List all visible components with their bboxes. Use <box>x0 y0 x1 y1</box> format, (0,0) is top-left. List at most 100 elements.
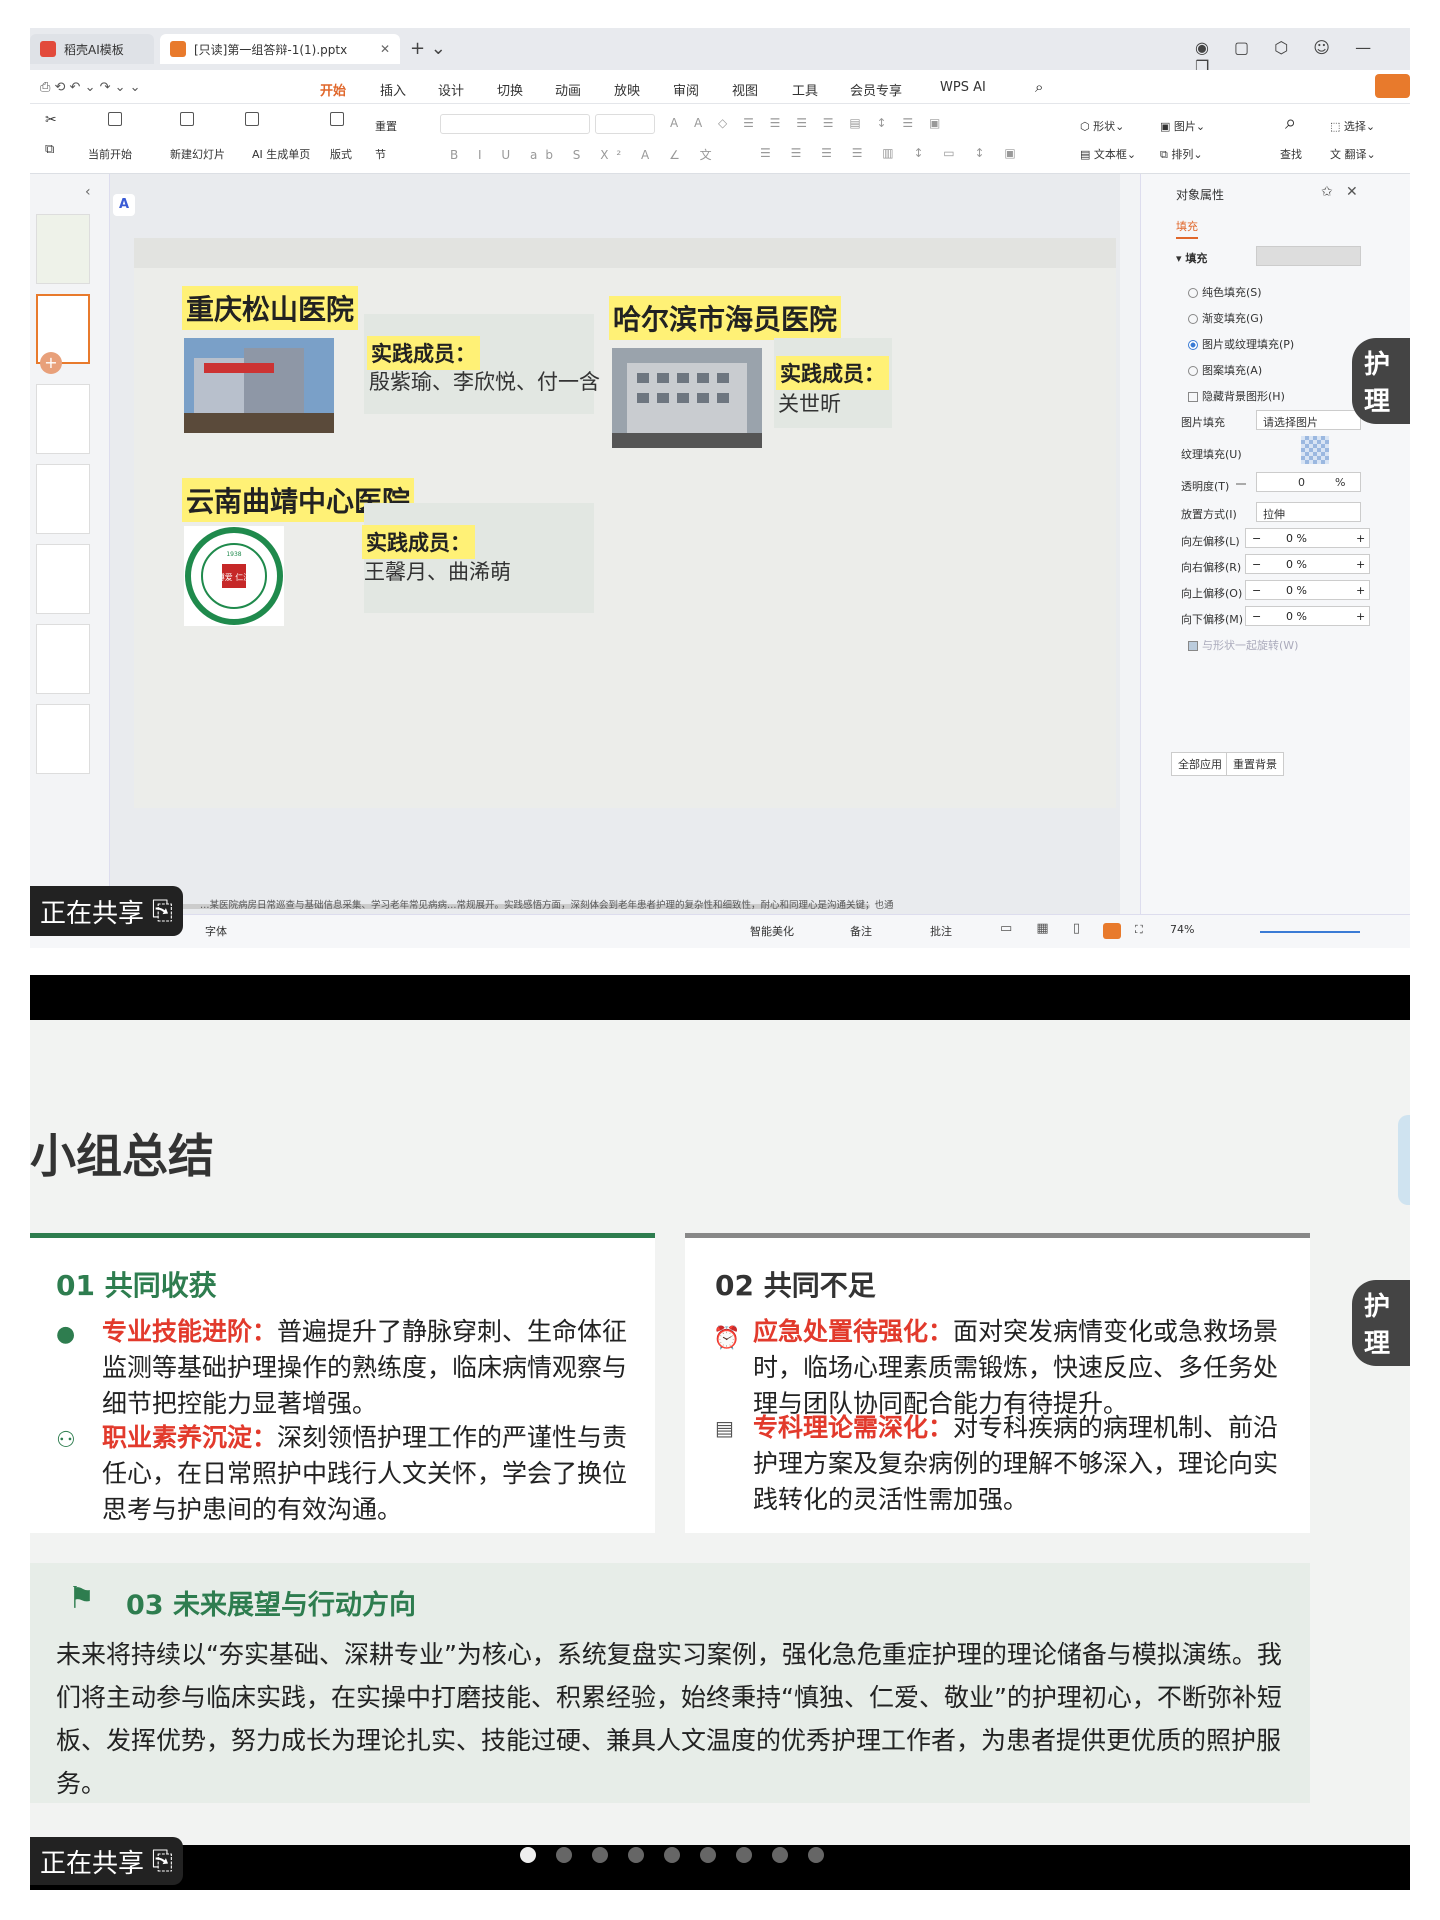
tab-pptx-file[interactable]: [只读]第一组答辩-1(1).pptx ✕ <box>160 34 400 64</box>
fill-color-select[interactable] <box>1256 246 1361 266</box>
fill-section[interactable]: ▾ 填充 <box>1176 250 1207 266</box>
play-icon[interactable] <box>108 112 124 126</box>
page-dot[interactable] <box>628 1847 644 1863</box>
shape-button[interactable]: ⬡ 形状⌄ <box>1080 118 1124 134</box>
find-icon[interactable]: ⌕ <box>1285 110 1296 134</box>
rotate-with-shape-checkbox[interactable]: 与形状一起旋转(W) <box>1188 637 1298 653</box>
share-button[interactable] <box>1375 74 1410 98</box>
menu-tools[interactable]: 工具 <box>792 80 818 99</box>
tab-docer-template[interactable]: 稻壳AI模板 <box>30 34 154 64</box>
translate-button[interactable]: 文 翻译⌄ <box>1330 146 1376 162</box>
new-slide-icon[interactable] <box>180 112 196 126</box>
offset-right-stepper[interactable]: −0 % + <box>1245 554 1370 574</box>
texture-swatch[interactable] <box>1301 436 1329 464</box>
menu-slideshow[interactable]: 放映 <box>614 80 640 99</box>
menu-design[interactable]: 设计 <box>438 80 464 99</box>
text-format-icons[interactable]: B I U ab S X² A ∠ 文 <box>450 146 720 163</box>
search-icon[interactable]: ⌕ <box>1035 78 1043 96</box>
slide[interactable]: 重庆松山医院 实践成员： 殷紫瑜、李欣悦、付一含 哈尔滨市海员医院 实践成员： … <box>134 238 1116 808</box>
apply-all-button[interactable]: 全部应用 <box>1171 752 1229 776</box>
align-icons[interactable]: ☰ ☰ ☰ ☰ ▥ ↕ ▭ ↕ ▣ <box>760 146 1024 160</box>
section-button[interactable]: 节 <box>375 146 386 162</box>
slide-header-band <box>134 238 1116 268</box>
smart-beautify-button[interactable]: 智能美化 <box>750 923 794 939</box>
side-floating-pill[interactable]: 护理 <box>1352 338 1410 424</box>
option-gradient-fill[interactable]: 渐变填充(G) <box>1188 310 1263 326</box>
page-dot[interactable] <box>736 1847 752 1863</box>
new-slide-button[interactable]: 新建幻灯片 <box>170 146 225 162</box>
copy-icon[interactable]: ⧉ <box>45 142 54 157</box>
quick-access-icons[interactable]: ⎙ ⟲ ↶ ⌄ ↷ ⌄ ⌄ <box>40 80 141 95</box>
collapse-icon[interactable]: ‹ <box>85 184 91 200</box>
page-dot[interactable] <box>520 1847 536 1863</box>
status-bar: 字体 智能美化 备注 批注 ▭ ▦ ▯ ⛶ 74% <box>30 914 1410 948</box>
menu-member[interactable]: 会员专享 <box>850 80 902 99</box>
thumbnail-slide[interactable] <box>36 464 90 534</box>
page-dot[interactable] <box>808 1847 824 1863</box>
textbox-button[interactable]: ▤ 文本框⌄ <box>1080 146 1136 162</box>
new-tab-icon[interactable]: + ⌄ <box>410 38 446 59</box>
menu-insert[interactable]: 插入 <box>380 80 406 99</box>
comment-button[interactable]: 批注 <box>930 923 952 939</box>
page-dot[interactable] <box>772 1847 788 1863</box>
option-picture-fill[interactable]: 图片或纹理填充(P) <box>1188 336 1294 352</box>
page-dot[interactable] <box>700 1847 716 1863</box>
notes-button[interactable]: 备注 <box>850 923 872 939</box>
menu-animation[interactable]: 动画 <box>555 80 581 99</box>
hide-background-checkbox[interactable]: 隐藏背景图形(H) <box>1188 388 1285 404</box>
menu-transition[interactable]: 切换 <box>497 80 523 99</box>
page-dot[interactable] <box>556 1847 572 1863</box>
ai-page-button[interactable]: AI 生成单页 <box>252 146 310 162</box>
offset-left-stepper[interactable]: −0 % + <box>1245 528 1370 548</box>
wps-ai-icon[interactable]: A <box>113 194 135 216</box>
reset-button[interactable]: 重置 <box>375 118 397 134</box>
offset-bottom-stepper[interactable]: −0 % + <box>1245 606 1370 626</box>
texture-fill-label: 纹理填充(U) <box>1181 448 1242 461</box>
arrange-button[interactable]: ⧉ 排列⌄ <box>1160 146 1203 162</box>
option-pattern-fill[interactable]: 图案填充(A) <box>1188 362 1262 378</box>
screen-share-badge[interactable]: 正在共享 ⎘ <box>30 1837 183 1885</box>
pin-icon[interactable]: ✩ <box>1321 184 1333 200</box>
picture-fill-label: 图片填充 <box>1181 416 1225 429</box>
layout-button[interactable]: 版式 <box>330 146 352 162</box>
thumbnail-slide[interactable] <box>36 384 90 454</box>
picture-button[interactable]: ▣ 图片⌄ <box>1160 118 1205 134</box>
fit-icon[interactable]: ⛶ <box>1135 923 1143 937</box>
thumbnail-slide[interactable] <box>36 544 90 614</box>
ai-page-icon[interactable] <box>245 112 261 126</box>
cut-icon[interactable]: ✂ <box>45 112 57 128</box>
page-dot[interactable] <box>592 1847 608 1863</box>
menu-review[interactable]: 审阅 <box>673 80 699 99</box>
zoom-slider[interactable] <box>1260 931 1360 933</box>
zoom-level[interactable]: 74% <box>1170 923 1194 936</box>
placement-select[interactable]: 拉伸 <box>1256 502 1361 522</box>
option-solid-fill[interactable]: 纯色填充(S) <box>1188 284 1262 300</box>
menu-view[interactable]: 视图 <box>732 80 758 99</box>
reset-background-button[interactable]: 重置背景 <box>1226 752 1284 776</box>
close-icon[interactable]: ✕ <box>380 42 390 56</box>
page-dot[interactable] <box>664 1847 680 1863</box>
layout-icon[interactable] <box>330 112 346 126</box>
transparency-input[interactable]: 0% <box>1256 472 1361 492</box>
font-name-select[interactable] <box>440 114 590 134</box>
add-slide-button[interactable]: + <box>40 352 62 374</box>
menu-wps-ai[interactable]: WPS AI <box>940 80 986 95</box>
view-mode-icons[interactable]: ▭ ▦ ▯ <box>1000 921 1090 936</box>
play-slideshow-button[interactable] <box>1103 923 1121 939</box>
select-button[interactable]: ⬚ 选择⌄ <box>1330 118 1375 134</box>
side-floating-pill[interactable]: 护理 <box>1352 1280 1410 1366</box>
close-icon[interactable]: ✕ <box>1346 184 1358 200</box>
thumbnail-slide[interactable] <box>36 214 90 284</box>
offset-top-stepper[interactable]: −0 % + <box>1245 580 1370 600</box>
thumbnail-slide[interactable] <box>36 624 90 694</box>
thumbnail-slide[interactable] <box>36 704 90 774</box>
current-start-button[interactable]: 当前开始 <box>88 146 132 162</box>
picture-fill-select[interactable]: 请选择图片 <box>1256 410 1361 430</box>
font-size-select[interactable] <box>595 114 655 134</box>
screen-share-badge[interactable]: 正在共享 ⎘ <box>30 886 183 936</box>
tab-fill[interactable]: 填充 <box>1176 218 1198 239</box>
transparency-slider[interactable] <box>1236 483 1246 485</box>
paragraph-icons[interactable]: A A ◇ ☰ ☰ ☰ ☰ ▤ ↕ ☰ ▣ <box>670 116 946 130</box>
find-button[interactable]: 查找 <box>1280 146 1302 162</box>
menu-home[interactable]: 开始 <box>320 80 347 107</box>
